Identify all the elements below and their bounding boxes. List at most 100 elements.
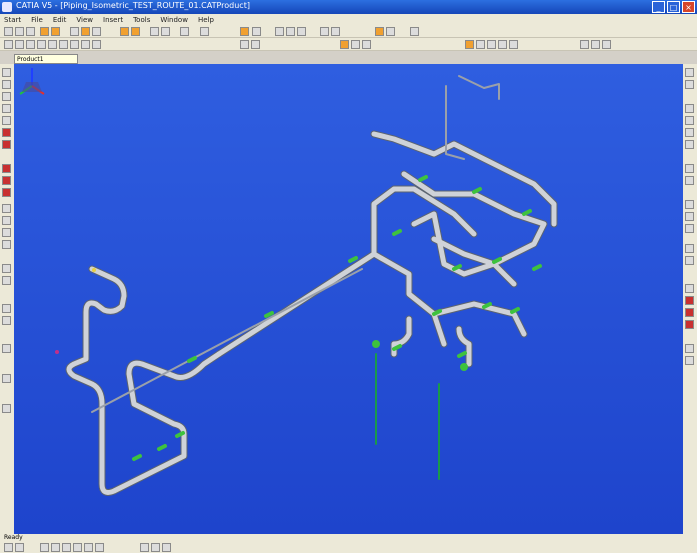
left-tool-20-icon[interactable] (2, 374, 11, 383)
bottom-tool-2-icon[interactable] (15, 543, 24, 552)
bottom-tool-7-icon[interactable] (84, 543, 93, 552)
update-icon[interactable] (180, 27, 189, 36)
right-tool-7-icon[interactable] (685, 164, 694, 173)
right-tool-16-icon[interactable] (685, 308, 694, 317)
menu-file[interactable]: File (31, 16, 43, 24)
right-tool-6-icon[interactable] (685, 140, 694, 149)
undo-icon[interactable] (150, 27, 159, 36)
left-tool-2-icon[interactable] (2, 80, 11, 89)
measure-icon[interactable] (200, 27, 209, 36)
bottom-tool-11-icon[interactable] (162, 543, 171, 552)
place-part-icon[interactable] (240, 40, 249, 49)
hide-show-icon[interactable] (386, 27, 395, 36)
menu-tools[interactable]: Tools (133, 16, 150, 24)
hanger-icon[interactable] (476, 40, 485, 49)
left-tool-13-icon[interactable] (2, 228, 11, 237)
catia-app-icon[interactable] (2, 2, 12, 12)
spool-icon[interactable] (26, 40, 35, 49)
zoom-out-icon[interactable] (297, 27, 306, 36)
left-tool-10-icon[interactable] (2, 188, 11, 197)
left-tool-8-icon[interactable] (2, 164, 11, 173)
right-tool-13-icon[interactable] (685, 256, 694, 265)
bottom-tool-8-icon[interactable] (95, 543, 104, 552)
branch-icon[interactable] (37, 40, 46, 49)
right-tool-9-icon[interactable] (685, 200, 694, 209)
bottom-tool-1-icon[interactable] (4, 543, 13, 552)
drawing-icon[interactable] (580, 40, 589, 49)
menu-help[interactable]: Help (198, 16, 214, 24)
left-tool-14-icon[interactable] (2, 240, 11, 249)
right-tool-2-icon[interactable] (685, 80, 694, 89)
bottom-tool-6-icon[interactable] (73, 543, 82, 552)
connect-icon[interactable] (251, 40, 260, 49)
new-icon[interactable] (4, 27, 13, 36)
right-tool-17-icon[interactable] (685, 320, 694, 329)
elbow-icon[interactable] (48, 40, 57, 49)
save-icon[interactable] (26, 27, 35, 36)
right-tool-11-icon[interactable] (685, 224, 694, 233)
left-tool-12-icon[interactable] (2, 216, 11, 225)
3d-viewport[interactable] (14, 64, 683, 534)
piping-model[interactable] (14, 64, 683, 534)
specification-tree-root[interactable]: Product1 (14, 54, 78, 64)
left-tool-11-icon[interactable] (2, 204, 11, 213)
insulation-icon[interactable] (487, 40, 496, 49)
zoom-in-icon[interactable] (286, 27, 295, 36)
part-icon[interactable] (120, 27, 129, 36)
rotate-icon[interactable] (275, 27, 284, 36)
shading-icon[interactable] (375, 27, 384, 36)
valve-icon[interactable] (81, 40, 90, 49)
normal-view-icon[interactable] (320, 27, 329, 36)
iso-view-icon[interactable] (331, 27, 340, 36)
left-tool-16-icon[interactable] (2, 276, 11, 285)
support-icon[interactable] (465, 40, 474, 49)
menu-window[interactable]: Window (160, 16, 188, 24)
left-tool-17-icon[interactable] (2, 304, 11, 313)
flange-icon[interactable] (92, 40, 101, 49)
pan-icon[interactable] (252, 27, 261, 36)
right-tool-5-icon[interactable] (685, 128, 694, 137)
bottom-tool-4-icon[interactable] (51, 543, 60, 552)
right-tool-19-icon[interactable] (685, 356, 694, 365)
right-tool-12-icon[interactable] (685, 244, 694, 253)
left-tool-1-icon[interactable] (2, 68, 11, 77)
bottom-tool-5-icon[interactable] (62, 543, 71, 552)
slope-icon[interactable] (351, 40, 360, 49)
right-tool-1-icon[interactable] (685, 68, 694, 77)
offset-icon[interactable] (362, 40, 371, 49)
left-tool-6-icon[interactable] (2, 128, 11, 137)
right-tool-4-icon[interactable] (685, 116, 694, 125)
route-icon[interactable] (40, 27, 49, 36)
select-icon[interactable] (4, 40, 13, 49)
left-tool-19-icon[interactable] (2, 344, 11, 353)
cut-icon[interactable] (70, 27, 79, 36)
redo-icon[interactable] (161, 27, 170, 36)
product-icon[interactable] (131, 27, 140, 36)
right-tool-3-icon[interactable] (685, 104, 694, 113)
bottom-tool-3-icon[interactable] (40, 543, 49, 552)
maximize-button[interactable]: □ (667, 1, 680, 13)
axis-compass-icon[interactable] (14, 64, 50, 100)
report-icon[interactable] (509, 40, 518, 49)
left-tool-15-icon[interactable] (2, 264, 11, 273)
right-tool-8-icon[interactable] (685, 176, 694, 185)
menu-edit[interactable]: Edit (53, 16, 67, 24)
tee-icon[interactable] (59, 40, 68, 49)
analyze-icon[interactable] (340, 40, 349, 49)
run-icon[interactable] (51, 27, 60, 36)
left-tool-9-icon[interactable] (2, 176, 11, 185)
left-tool-5-icon[interactable] (2, 116, 11, 125)
paste-icon[interactable] (92, 27, 101, 36)
open-icon[interactable] (15, 27, 24, 36)
left-tool-21-icon[interactable] (2, 404, 11, 413)
right-tool-14-icon[interactable] (685, 284, 694, 293)
menu-view[interactable]: View (76, 16, 93, 24)
bottom-tool-9-icon[interactable] (140, 543, 149, 552)
left-tool-3-icon[interactable] (2, 92, 11, 101)
menu-insert[interactable]: Insert (103, 16, 123, 24)
swap-icon[interactable] (410, 27, 419, 36)
route-line-icon[interactable] (15, 40, 24, 49)
reducer-icon[interactable] (70, 40, 79, 49)
minimize-button[interactable]: _ (652, 1, 665, 13)
annotation-icon[interactable] (498, 40, 507, 49)
